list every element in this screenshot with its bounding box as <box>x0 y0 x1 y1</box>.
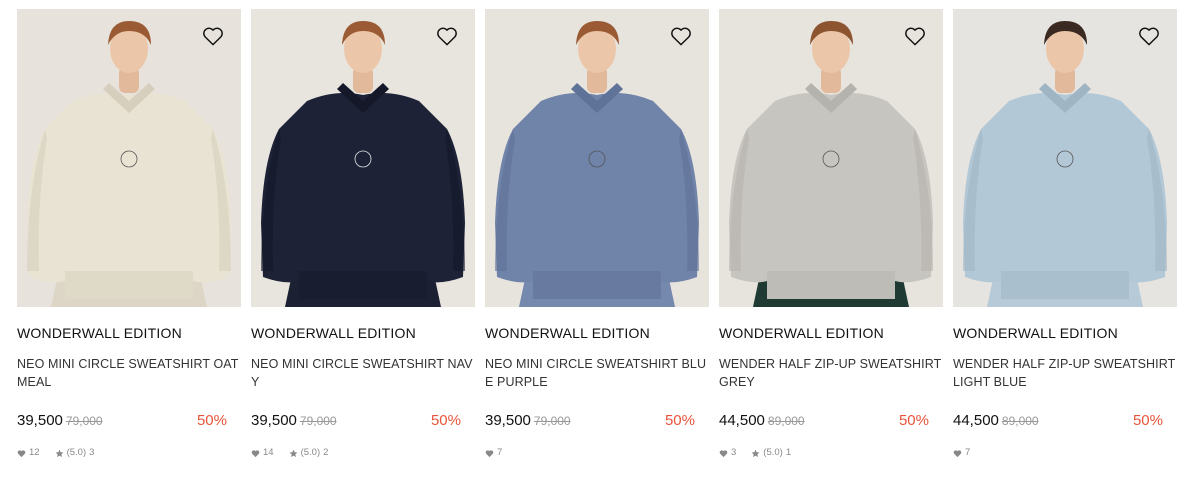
product-name[interactable]: NEO MINI CIRCLE SWEATSHIRT OATMEAL <box>17 355 241 395</box>
review-count: 3 <box>89 447 95 458</box>
wishlist-button[interactable] <box>904 26 926 46</box>
discount-rate: 50% <box>430 412 461 429</box>
product-photo <box>17 9 241 307</box>
heart-outline-icon <box>203 27 223 46</box>
product-stats: 7 <box>953 447 1177 459</box>
product-card[interactable]: WONDERWALL EDITION WENDER HALF ZIP-UP SW… <box>953 9 1177 459</box>
product-card[interactable]: WONDERWALL EDITION NEO MINI CIRCLE SWEAT… <box>17 9 241 459</box>
product-photo <box>251 9 475 307</box>
product-name[interactable]: NEO MINI CIRCLE SWEATSHIRT BLUE PURPLE <box>485 355 709 395</box>
product-brand[interactable]: WONDERWALL EDITION <box>719 324 943 342</box>
product-image[interactable] <box>251 9 475 307</box>
original-price: 79,000 <box>299 414 337 428</box>
price-row: 44,500 89,000 50% <box>953 411 1177 431</box>
product-photo <box>485 9 709 307</box>
product-stats: 12 (5.0) 3 <box>17 447 241 459</box>
product-card[interactable]: WONDERWALL EDITION NEO MINI CIRCLE SWEAT… <box>251 9 475 459</box>
like-count: 14 <box>263 447 274 458</box>
star-icon <box>751 449 760 458</box>
product-brand[interactable]: WONDERWALL EDITION <box>953 324 1177 342</box>
heart-outline-icon <box>671 27 691 46</box>
original-price: 79,000 <box>65 414 103 428</box>
wishlist-button[interactable] <box>670 26 692 46</box>
rating-score: (5.0) <box>763 447 783 458</box>
like-count: 12 <box>29 447 40 458</box>
product-stats: 14 (5.0) 2 <box>251 447 475 459</box>
star-icon <box>289 449 298 458</box>
product-grid: WONDERWALL EDITION NEO MINI CIRCLE SWEAT… <box>0 0 1187 488</box>
heart-outline-icon <box>437 27 457 46</box>
sale-price: 39,500 <box>485 412 531 429</box>
heart-icon <box>17 449 26 458</box>
wishlist-button[interactable] <box>202 26 224 46</box>
like-count: 7 <box>965 447 971 458</box>
sale-price: 39,500 <box>251 412 297 429</box>
price-row: 39,500 79,000 50% <box>17 411 241 431</box>
heart-icon <box>719 449 728 458</box>
product-card[interactable]: WONDERWALL EDITION WENDER HALF ZIP-UP SW… <box>719 9 943 459</box>
product-name[interactable]: NEO MINI CIRCLE SWEATSHIRT NAVY <box>251 355 475 395</box>
product-name[interactable]: WENDER HALF ZIP-UP SWEATSHIRT LIGHT BLUE <box>953 355 1177 395</box>
product-stats: 7 <box>485 447 709 459</box>
product-image[interactable] <box>719 9 943 307</box>
review-count: 2 <box>323 447 329 458</box>
review-count: 1 <box>785 447 792 458</box>
product-card[interactable]: WONDERWALL EDITION NEO MINI CIRCLE SWEAT… <box>485 9 709 459</box>
rating-score: (5.0) <box>66 447 87 458</box>
like-count: 3 <box>731 447 737 458</box>
like-count: 7 <box>497 447 503 458</box>
product-photo <box>953 9 1177 307</box>
wishlist-button[interactable] <box>436 26 458 46</box>
product-brand[interactable]: WONDERWALL EDITION <box>485 324 709 342</box>
star-icon <box>55 449 64 458</box>
product-image[interactable] <box>953 9 1177 307</box>
rating-score: (5.0) <box>300 447 321 458</box>
heart-icon <box>251 449 260 458</box>
product-photo <box>719 9 943 307</box>
price-row: 44,500 89,000 50% <box>719 411 943 431</box>
heart-outline-icon <box>1139 27 1159 46</box>
price-row: 39,500 79,000 50% <box>251 411 475 431</box>
original-price: 89,000 <box>767 414 805 428</box>
sale-price: 44,500 <box>719 412 765 429</box>
price-row: 39,500 79,000 50% <box>485 411 709 431</box>
sale-price: 44,500 <box>953 412 999 429</box>
sale-price: 39,500 <box>17 412 63 429</box>
original-price: 79,000 <box>533 414 571 428</box>
discount-rate: 50% <box>898 412 929 429</box>
discount-rate: 50% <box>196 412 227 429</box>
discount-rate: 50% <box>664 412 695 429</box>
product-brand[interactable]: WONDERWALL EDITION <box>17 324 241 342</box>
product-image[interactable] <box>485 9 709 307</box>
heart-icon <box>485 449 494 458</box>
product-stats: 3 (5.0) 1 <box>719 447 943 459</box>
original-price: 89,000 <box>1001 414 1039 428</box>
heart-outline-icon <box>905 27 925 46</box>
product-brand[interactable]: WONDERWALL EDITION <box>251 324 475 342</box>
discount-rate: 50% <box>1132 412 1163 429</box>
wishlist-button[interactable] <box>1138 26 1160 46</box>
product-name[interactable]: WENDER HALF ZIP-UP SWEATSHIRT GREY <box>719 355 943 395</box>
heart-icon <box>953 449 962 458</box>
product-image[interactable] <box>17 9 241 307</box>
